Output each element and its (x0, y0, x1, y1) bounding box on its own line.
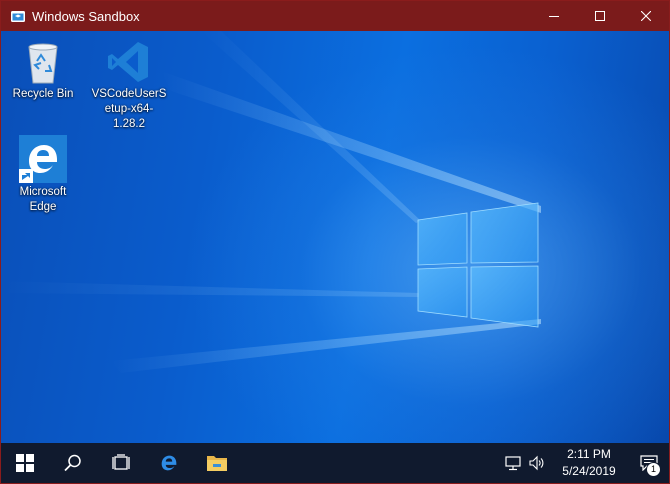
desktop-icon-microsoft-edge[interactable]: Microsoft Edge (6, 135, 80, 215)
taskbar-edge-button[interactable] (145, 443, 193, 483)
action-center-button[interactable]: 1 (629, 443, 669, 483)
minimize-icon (549, 16, 559, 17)
minimize-button[interactable] (531, 1, 577, 31)
file-explorer-icon (207, 456, 227, 471)
desktop[interactable]: Recycle Bin VSCodeUserSetup-x64-1.28.2 M… (1, 31, 669, 443)
title-bar[interactable]: Windows Sandbox (1, 1, 669, 31)
vscode-icon (108, 42, 148, 82)
desktop-icon-vscode-setup[interactable]: VSCodeUserSetup-x64-1.28.2 (89, 39, 169, 132)
taskbar-file-explorer-button[interactable] (193, 443, 241, 483)
close-button[interactable] (623, 1, 669, 31)
maximize-icon (595, 11, 605, 21)
clock-time: 2:11 PM (567, 447, 611, 461)
windows-sandbox-window: Windows Sandbox Recycle Bin VSCodeUserSe… (0, 0, 670, 484)
volume-icon (529, 455, 544, 471)
recycle-bin-icon (28, 43, 58, 84)
desktop-icon-label: VSCodeUserSetup-x64-1.28.2 (91, 88, 167, 130)
close-icon (641, 11, 651, 21)
volume-button[interactable] (525, 443, 549, 483)
edge-icon (161, 455, 177, 471)
desktop-icon-label: Microsoft Edge (19, 186, 67, 213)
network-icon (505, 456, 521, 471)
edge-icon (19, 135, 67, 183)
start-button[interactable] (1, 443, 49, 483)
system-tray: 2:11 PM 5/24/2019 1 (501, 443, 669, 483)
clock-date: 5/24/2019 (562, 464, 616, 478)
start-icon (16, 454, 34, 472)
desktop-icon-label: Recycle Bin (12, 88, 74, 100)
task-view-icon (112, 454, 130, 470)
desktop-icon-recycle-bin[interactable]: Recycle Bin (6, 39, 80, 102)
search-icon (64, 454, 81, 472)
taskbar: 2:11 PM 5/24/2019 1 (1, 443, 669, 483)
task-view-button[interactable] (97, 443, 145, 483)
window-title: Windows Sandbox (32, 8, 140, 24)
taskbar-clock[interactable]: 2:11 PM 5/24/2019 (549, 446, 629, 480)
sandbox-app-icon (10, 8, 26, 24)
notification-count-badge: 1 (646, 462, 661, 477)
search-button[interactable] (49, 443, 97, 483)
network-button[interactable] (501, 443, 525, 483)
maximize-button[interactable] (577, 1, 623, 31)
